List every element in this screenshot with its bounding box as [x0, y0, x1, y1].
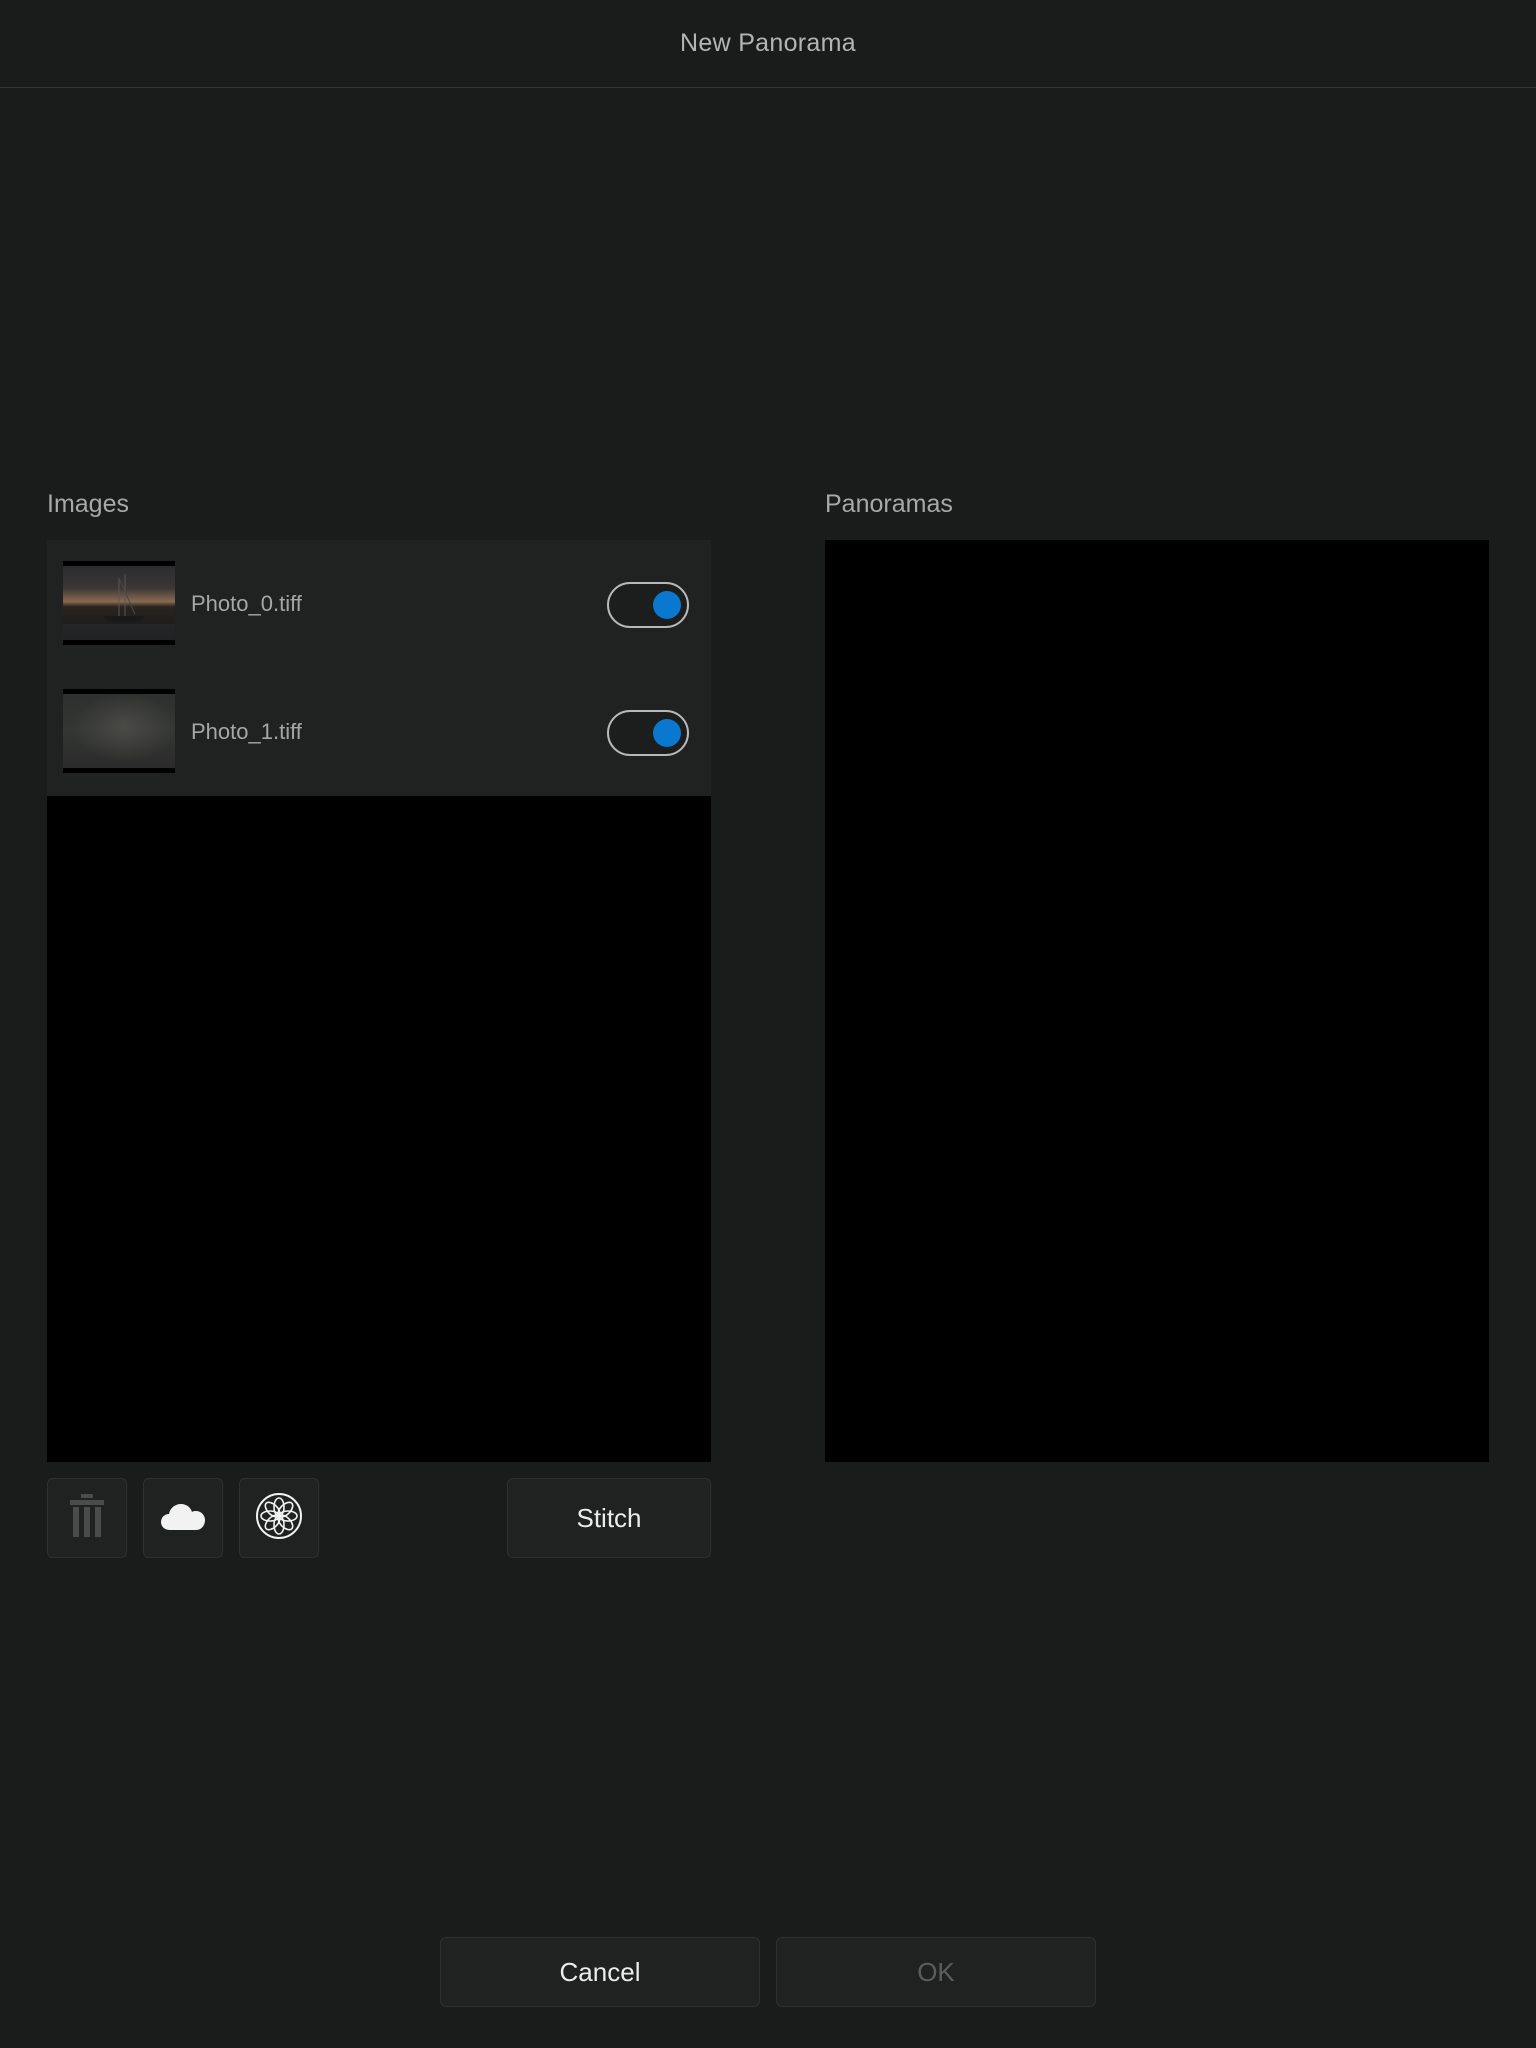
- images-section-label: Images: [47, 490, 129, 518]
- toggle-knob: [653, 591, 681, 619]
- title-bar: New Panorama: [0, 0, 1536, 88]
- image-list-item[interactable]: Photo_0.tiff: [47, 540, 711, 668]
- ok-button[interactable]: OK: [776, 1937, 1096, 2007]
- image-list-item[interactable]: Photo_1.tiff: [47, 668, 711, 796]
- cancel-button[interactable]: Cancel: [440, 1937, 760, 2007]
- new-panorama-dialog: New Panorama Images Panoramas Photo_0.ti…: [0, 0, 1536, 2048]
- image-include-toggle[interactable]: [607, 582, 689, 628]
- window-title: New Panorama: [680, 29, 856, 57]
- panoramas-section-label: Panoramas: [825, 490, 953, 518]
- image-thumbnail: [63, 561, 175, 645]
- panoramas-list[interactable]: [825, 540, 1489, 1462]
- photos-icon: [255, 1492, 303, 1545]
- trash-icon: [69, 1493, 105, 1544]
- photos-import-button[interactable]: [239, 1478, 319, 1558]
- toggle-knob: [653, 719, 681, 747]
- cloud-import-button[interactable]: [143, 1478, 223, 1558]
- stitch-button[interactable]: Stitch: [507, 1478, 711, 1558]
- image-filename: Photo_0.tiff: [191, 591, 302, 616]
- images-list[interactable]: Photo_0.tiff Photo_1.tiff: [47, 540, 711, 1462]
- image-filename: Photo_1.tiff: [191, 719, 302, 744]
- cloud-icon: [160, 1501, 206, 1536]
- image-thumbnail: [63, 689, 175, 773]
- delete-button[interactable]: [47, 1478, 127, 1558]
- image-include-toggle[interactable]: [607, 710, 689, 756]
